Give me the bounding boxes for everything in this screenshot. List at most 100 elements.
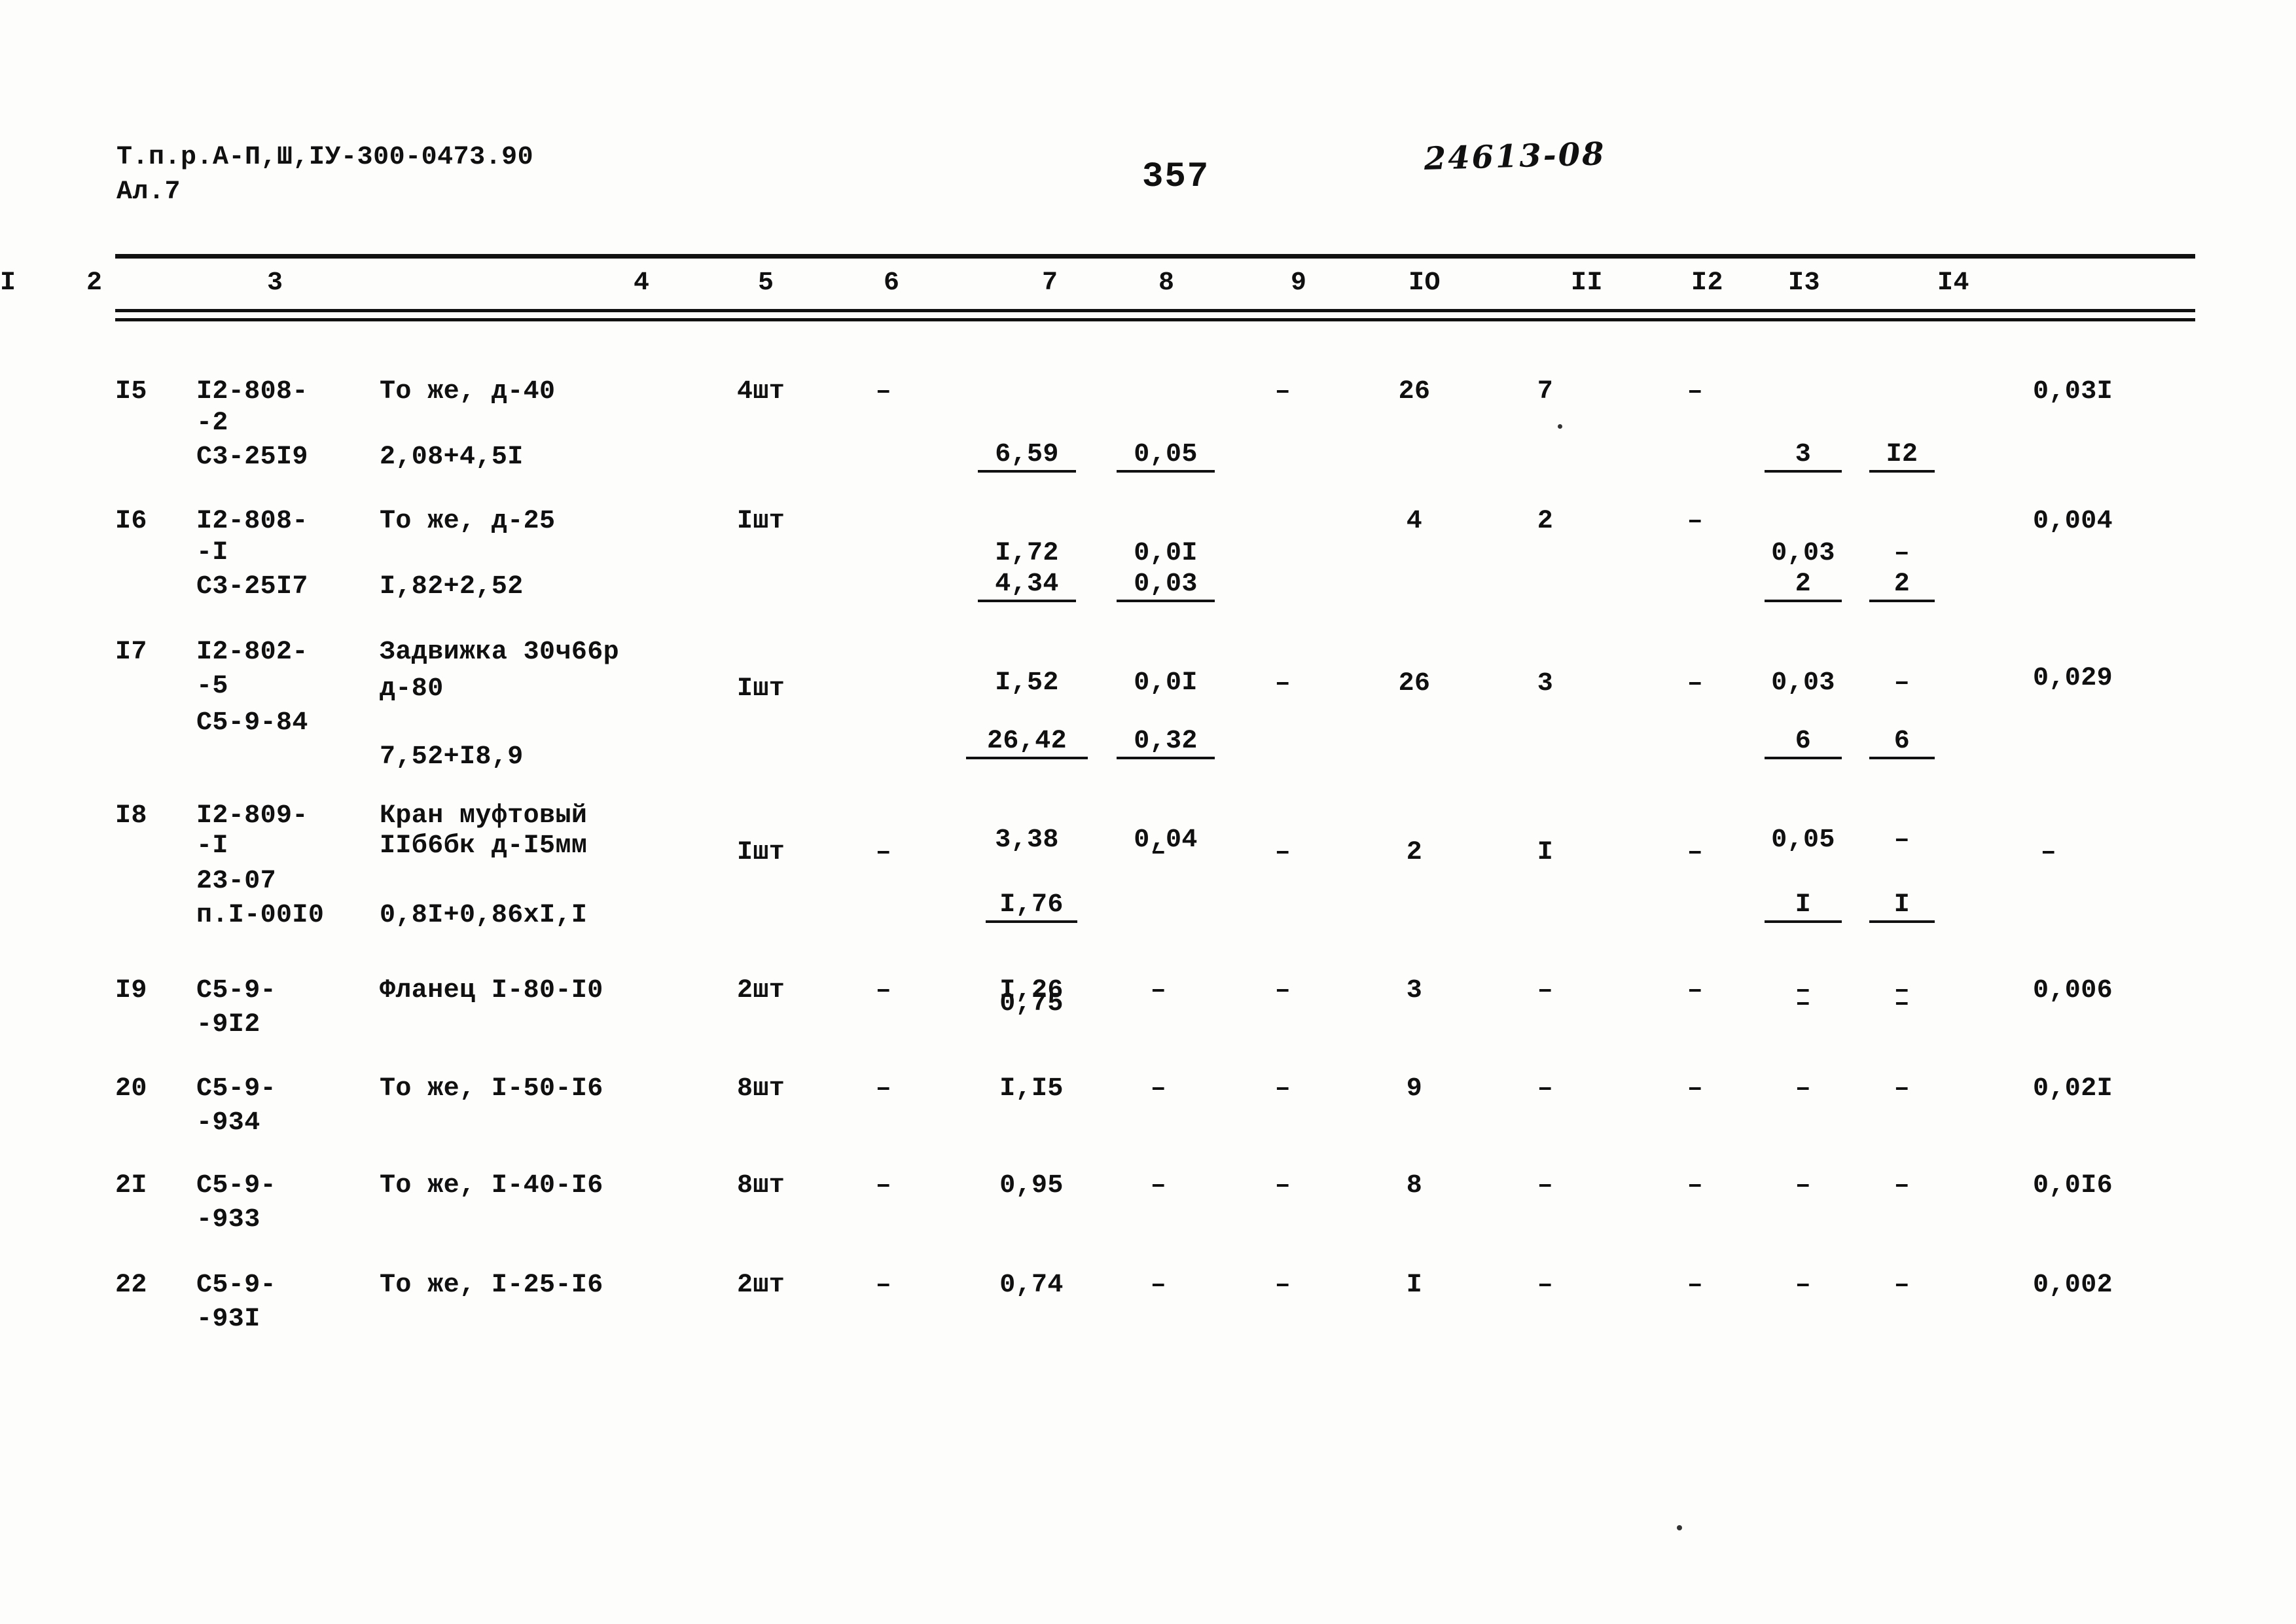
- col5-value: –: [875, 1171, 892, 1200]
- scan-speck: [1558, 424, 1562, 429]
- col6-numerator: 6,59: [978, 440, 1076, 473]
- col6-value: 0,74: [999, 1271, 1064, 1300]
- col8-value: –: [1274, 838, 1291, 867]
- description-line-3: 0,8I+0,86хI,I: [380, 901, 588, 930]
- table-top-rule: [115, 254, 2195, 259]
- col9-value: 2: [1406, 838, 1423, 867]
- row-number: 20: [115, 1074, 147, 1104]
- table-header-rule-upper: [115, 309, 2195, 312]
- col14-value: 0,002: [2033, 1271, 2113, 1300]
- col11-value: –: [1687, 1171, 1704, 1200]
- scanned-document-page: Т.п.р.А-П,Ш,IУ-300-0473.90 Ал.7 357 2461…: [0, 0, 2296, 1624]
- col7-numerator: 0,03: [1117, 569, 1215, 602]
- col7-value: –: [1150, 976, 1167, 1005]
- col6-value: 0,95: [999, 1171, 1064, 1200]
- col-header-1: I: [0, 268, 16, 298]
- col10-value: –: [1537, 976, 1554, 1005]
- code-line-1: I2-802-: [196, 638, 308, 667]
- col-header-3: 3: [267, 268, 283, 298]
- col-header-11: II: [1571, 268, 1604, 298]
- row-number: 2I: [115, 1171, 147, 1200]
- col9-value: 3: [1406, 976, 1423, 1005]
- col11-value: –: [1687, 1074, 1704, 1104]
- col14-value: –: [2040, 838, 2057, 867]
- code-line-2: -9I2: [196, 1010, 260, 1039]
- col11-value: –: [1687, 669, 1704, 698]
- description-line-2: IIб6бк д-I5мм: [380, 831, 588, 861]
- col12-numerator: 6: [1765, 727, 1842, 759]
- table-column-header-row: I 2 3 4 5 6 7 8 9 IO II I2 I3 I4: [0, 268, 2080, 301]
- col-header-9: 9: [1291, 268, 1307, 298]
- col9-value: 9: [1406, 1074, 1423, 1104]
- col-header-4: 4: [634, 268, 650, 298]
- document-code-line-1: Т.п.р.А-П,Ш,IУ-300-0473.90: [117, 143, 534, 172]
- col9-value: 26: [1398, 377, 1431, 406]
- col10-value: –: [1537, 1171, 1554, 1200]
- description-line-1: То же, I-25-I6: [380, 1271, 603, 1300]
- col14-value: 0,0I6: [2033, 1171, 2113, 1200]
- row-number: I9: [115, 976, 147, 1005]
- code-line-1: С5-9-: [196, 1074, 277, 1104]
- col7-value: –: [1150, 1074, 1167, 1104]
- col5-value: –: [875, 838, 892, 867]
- col11-value: –: [1687, 976, 1704, 1005]
- description-line-1: Фланец I-80-I0: [380, 976, 603, 1005]
- col-header-6: 6: [884, 268, 900, 298]
- col-header-8: 8: [1158, 268, 1175, 298]
- col8-value: –: [1274, 669, 1291, 698]
- code-line-1: С5-9-: [196, 1271, 277, 1300]
- code-line-3: С5-9-84: [196, 708, 308, 738]
- col10-value: –: [1537, 1074, 1554, 1104]
- col6-numerator: 26,42: [966, 727, 1088, 759]
- handwritten-archive-code: 24613-08: [1424, 135, 1607, 177]
- quantity-unit: 8шт: [737, 1074, 785, 1104]
- col-header-10: IO: [1408, 268, 1441, 298]
- col10-value: I: [1537, 838, 1554, 867]
- code-line-1: I2-808-: [196, 377, 308, 406]
- col13-numerator: I: [1869, 890, 1935, 923]
- col12-fraction: I –: [1765, 827, 1842, 1083]
- col11-value: –: [1687, 377, 1704, 406]
- col11-value: –: [1687, 838, 1704, 867]
- col7-value: –: [1150, 838, 1167, 867]
- col12-numerator: I: [1765, 890, 1842, 923]
- code-line-2: -I: [196, 831, 228, 861]
- document-code-block: Т.п.р.А-П,Ш,IУ-300-0473.90 Ал.7: [117, 141, 533, 210]
- description-line-1: То же, д-40: [380, 377, 556, 406]
- col9-value: 4: [1406, 507, 1423, 536]
- quantity-unit: Iшт: [737, 674, 785, 704]
- col8-value: –: [1274, 976, 1291, 1005]
- col12-value: –: [1795, 1171, 1812, 1200]
- col12-numerator: 2: [1765, 569, 1842, 602]
- code-line-1: I2-808-: [196, 507, 308, 536]
- col9-value: 8: [1406, 1171, 1423, 1200]
- col5-value: –: [875, 1074, 892, 1104]
- col-header-2: 2: [86, 268, 103, 298]
- col13-numerator: 6: [1869, 727, 1935, 759]
- table-header-rule-lower: [115, 318, 2195, 321]
- col14-value: 0,029: [2033, 664, 2113, 693]
- description-line-3: 7,52+I8,9: [380, 742, 524, 772]
- col8-value: –: [1274, 1271, 1291, 1300]
- row-number: I5: [115, 377, 147, 406]
- col12-value: –: [1795, 1074, 1812, 1104]
- description-line-1: Кран муфтовый: [380, 801, 588, 831]
- col-header-14: I4: [1937, 268, 1970, 298]
- col11-value: –: [1687, 507, 1704, 536]
- description-line-2: д-80: [380, 674, 444, 704]
- code-line-2: -934: [196, 1108, 260, 1138]
- col10-value: –: [1537, 1271, 1554, 1300]
- col5-value: –: [875, 976, 892, 1005]
- col12-numerator: 3: [1765, 440, 1842, 473]
- code-line-1: С5-9-: [196, 1171, 277, 1200]
- quantity-unit: Iшт: [737, 507, 785, 536]
- col8-value: –: [1274, 377, 1291, 406]
- col6-numerator: I,76: [986, 890, 1077, 923]
- col13-value: –: [1893, 1271, 1910, 1300]
- col13-numerator: I2: [1869, 440, 1935, 473]
- code-line-2: -933: [196, 1205, 260, 1235]
- col12-value: –: [1795, 976, 1812, 1005]
- col7-numerator: 0,05: [1117, 440, 1215, 473]
- col8-value: –: [1274, 1074, 1291, 1104]
- col13-value: –: [1893, 976, 1910, 1005]
